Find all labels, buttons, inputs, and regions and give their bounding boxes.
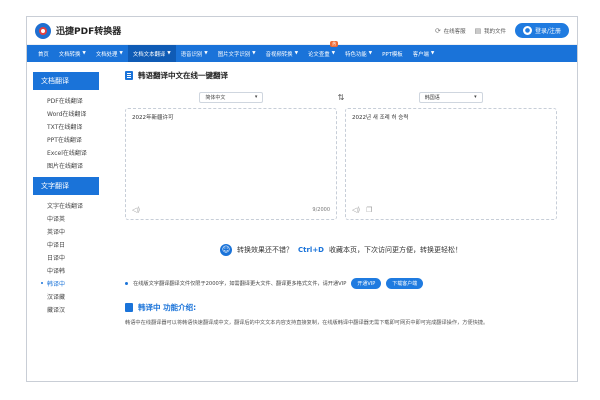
nav-features[interactable]: 特色功能 ▼ [340, 45, 377, 62]
main-nav: 首页 文档转换 ▼ 文档处理 ▼ 文档文本翻译 ▼ 语音识别 ▼ 图片文字识别 ▼ 音视频… [27, 41, 577, 62]
top-bar: 迅捷PDF转换器 ⟳ 在线客服 ▤ 我的文件 ● 登录/注册 [27, 17, 577, 45]
sidebar-heading-doc: 文档翻译 [33, 72, 99, 90]
headset-icon: ⟳ [434, 26, 441, 35]
sidebar-item-zh-ko[interactable]: 中译韩 [33, 263, 99, 276]
source-textarea[interactable]: 2022年新疆许可 ◁) 9/2000 [125, 108, 337, 220]
copy-icon[interactable]: ❐ [366, 206, 372, 214]
nav-client[interactable]: 客户端 ▼ [408, 45, 440, 62]
sidebar-item-ja-zh[interactable]: 日译中 [33, 250, 99, 263]
browser-frame: 迅捷PDF转换器 ⟳ 在线客服 ▤ 我的文件 ● 登录/注册 首页 文档转换 ▼ … [26, 16, 578, 382]
speaker-icon[interactable]: ◁) [352, 206, 360, 214]
chevron-down-icon: ▾ [254, 94, 258, 100]
sidebar-item-bo-zh[interactable]: 藏译汉 [33, 302, 99, 315]
customer-service-link[interactable]: ⟳ 在线客服 [435, 27, 466, 35]
open-vip-button[interactable]: 开通VIP [351, 278, 382, 289]
bullet-icon [125, 282, 128, 285]
nav-av-convert[interactable]: 音视频转换 ▼ [261, 45, 303, 62]
chevron-down-icon: ▼ [119, 51, 123, 56]
logo-text: 迅捷PDF转换器 [56, 27, 122, 37]
sidebar-item-txt[interactable]: TXT在线翻译 [33, 119, 99, 132]
swap-icon[interactable]: ⇅ [338, 93, 345, 102]
chevron-down-icon: ▼ [331, 51, 336, 56]
chevron-down-icon: ▼ [368, 51, 373, 56]
sidebar: 文档翻译 PDF在线翻译 Word在线翻译 TXT在线翻译 PPT在线翻译 Ex… [27, 62, 105, 381]
chevron-down-icon: ▼ [294, 51, 299, 56]
chevron-down-icon: ▾ [474, 94, 477, 100]
sidebar-item-excel[interactable]: Excel在线翻译 [33, 145, 99, 158]
target-textarea[interactable]: 2022년 새 조례 허 승력 ◁) ❐ [345, 108, 557, 220]
top-links: ⟳ 在线客服 ▤ 我的文件 ● 登录/注册 [435, 23, 569, 38]
shortcut-highlight: Ctrl+D [297, 246, 324, 254]
sidebar-item-pdf[interactable]: PDF在线翻译 [33, 93, 99, 106]
source-language-select[interactable]: 简体中文 ▾ [199, 91, 264, 103]
logo-icon [35, 22, 51, 39]
target-text: 2022년 새 조례 허 승력 [352, 115, 409, 121]
intro-text: 韩语中在线翻译器可以将韩语快速翻译成中文，翻译后的中文文本内容支持直接复制，在线… [125, 320, 489, 326]
nav-ppt[interactable]: PPT模板 [377, 45, 408, 62]
nav-home[interactable]: 首页 [33, 45, 54, 62]
nav-doc-process[interactable]: 文档处理 ▼ [91, 45, 128, 62]
source-text[interactable]: 2022年新疆许可 [132, 113, 330, 121]
sidebar-item-ppt[interactable]: PPT在线翻译 [33, 132, 99, 145]
sidebar-item-zh-ja[interactable]: 中译日 [33, 237, 99, 250]
bookmark-promo: ☺ 转换效果还不错？ Ctrl+D 收藏本页，下次访问更方便，转换更轻松！ [219, 244, 462, 256]
logo[interactable]: 迅捷PDF转换器 [35, 22, 122, 39]
nav-paper-check[interactable]: 论文查重 ▼ 热 [303, 41, 340, 62]
limit-tip: 在线版文字翻译翻译文件仅限于2000字，如需翻译更大文件、翻译更多格式文件，请开… [125, 278, 557, 289]
target-language-select[interactable]: 韩国语 ▾ [418, 91, 483, 103]
nav-ocr[interactable]: 图片文字识别 ▼ [213, 45, 261, 62]
document-icon [125, 303, 133, 312]
chevron-down-icon: ▼ [430, 51, 435, 56]
hot-badge: 热 [330, 41, 339, 47]
sidebar-item-image[interactable]: 图片在线翻译 [33, 158, 99, 171]
main-content: 韩语翻译中文在线一键翻译 简体中文 ▾ ⇅ 韩国语 ▾ 2022年新疆许可 ◁)… [105, 62, 577, 381]
chevron-down-icon: ▼ [204, 51, 208, 56]
translation-panels: 2022年新疆许可 ◁) 9/2000 2022년 새 조례 허 승력 ◁) ❐ [125, 108, 557, 220]
sidebar-item-en-zh[interactable]: 英译中 [33, 224, 99, 237]
chevron-down-icon: ▼ [252, 51, 256, 56]
download-client-button[interactable]: 下载客户端 [386, 278, 424, 289]
chevron-down-icon: ▼ [167, 51, 171, 56]
char-count: 9/2000 [312, 207, 330, 213]
page-title: 韩语翻译中文在线一键翻译 [125, 70, 557, 81]
speaker-icon[interactable]: ◁) [132, 206, 140, 214]
sidebar-item-zh-en[interactable]: 中译英 [33, 211, 99, 224]
sidebar-item-ko-zh[interactable]: 韩译中 [33, 276, 99, 289]
chevron-down-icon: ▼ [82, 51, 86, 56]
my-files-link[interactable]: ▤ 我的文件 [475, 27, 506, 35]
file-icon: ▤ [474, 26, 482, 35]
nav-doc-convert[interactable]: 文档转换 ▼ [54, 45, 91, 62]
document-icon [125, 71, 133, 80]
sidebar-item-text[interactable]: 文字在线翻译 [33, 198, 99, 211]
smiley-icon: ☺ [219, 244, 232, 256]
language-row: 简体中文 ▾ ⇅ 韩国语 ▾ [125, 91, 557, 103]
sidebar-heading-text: 文字翻译 [33, 177, 99, 195]
nav-speech[interactable]: 语音识别 ▼ [176, 45, 213, 62]
sidebar-item-word[interactable]: Word在线翻译 [33, 106, 99, 119]
nav-translate[interactable]: 文档文本翻译 ▼ [127, 45, 176, 62]
sidebar-item-zh-bo[interactable]: 汉译藏 [33, 289, 99, 302]
intro-title: 韩译中 功能介绍: [125, 302, 557, 313]
user-icon: ● [522, 26, 532, 35]
login-button[interactable]: ● 登录/注册 [514, 23, 569, 38]
